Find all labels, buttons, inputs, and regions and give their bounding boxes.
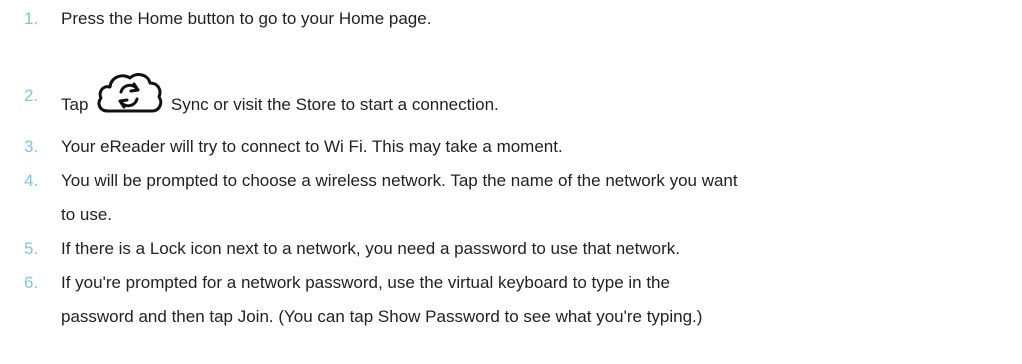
step-text-before: Tap [61,95,89,114]
step-number: 5. [24,239,39,258]
step-text: Tap Sync or visit the Store to start a c… [61,70,1019,122]
step-text-after: Sync or visit the Store to start a conne… [170,95,499,114]
step-number: 6. [24,273,39,292]
step-text: Press the Home button to go to your Home… [61,9,432,28]
step-text-line: If you're prompted for a network passwor… [61,273,670,292]
sync-cloud-icon [94,70,164,116]
step-text: If there is a Lock icon next to a networ… [61,239,680,258]
step-text: Your eReader will try to connect to Wi F… [61,137,563,156]
step-number: 4. [24,171,39,190]
step-text-line: password and then tap Join. (You can tap… [61,307,703,326]
step-number: 3. [24,137,39,156]
step-number: 2. [24,86,39,105]
step-text-line: to use. [61,205,113,224]
step-number: 1. [24,9,39,28]
step-text-line: You will be prompted to choose a wireles… [61,171,738,190]
